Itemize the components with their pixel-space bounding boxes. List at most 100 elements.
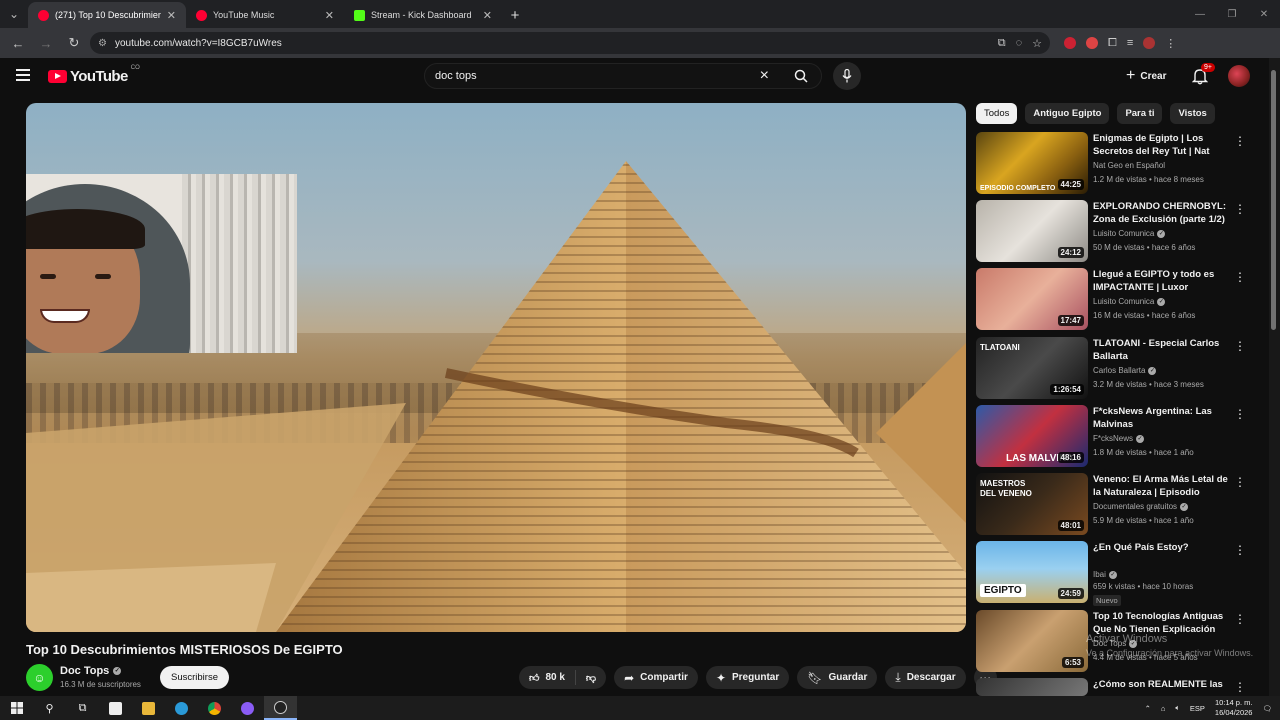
recommendation-channel[interactable]: Nat Geo en Español <box>1093 161 1165 170</box>
like-button[interactable]: 👍︎ 80 k <box>519 670 576 685</box>
search-icon[interactable]: ⚲ <box>33 696 66 720</box>
recommendation-title[interactable]: Veneno: El Arma Más Letal de la Naturale… <box>1093 473 1233 499</box>
more-options-icon[interactable]: ⋮ <box>1234 407 1246 421</box>
video-thumbnail[interactable]: 6:53 <box>976 610 1088 672</box>
channel-avatar[interactable]: ☺ <box>26 664 53 691</box>
ask-button[interactable]: ✦ Preguntar <box>705 666 790 689</box>
task-view-icon[interactable]: ⧉ <box>66 696 99 720</box>
recommendation-title[interactable]: Llegué a EGIPTO y todo es IMPACTANTE | L… <box>1093 268 1233 294</box>
chat-app-icon[interactable] <box>231 696 264 720</box>
create-button[interactable]: + Crear <box>1126 67 1166 85</box>
bookmark-star-icon[interactable]: ☆ <box>1032 37 1042 50</box>
close-tab-icon[interactable]: ✕ <box>483 9 492 22</box>
tray-chevron-icon[interactable]: ⌃ <box>1145 704 1151 713</box>
close-tab-icon[interactable]: ✕ <box>167 9 176 22</box>
reading-list-icon[interactable]: ≡ <box>1127 37 1133 49</box>
channel-name[interactable]: Doc Tops ✓ <box>60 665 122 677</box>
recommendation-item[interactable]: 17:47 Llegué a EGIPTO y todo es IMPACTANT… <box>976 268 1256 330</box>
video-thumbnail[interactable]: TLATOANI 1:26:54 <box>976 337 1088 399</box>
network-icon[interactable]: ⌂ <box>1161 704 1166 713</box>
recommendation-title[interactable]: Enigmas de Egipto | Los Secretos del Rey… <box>1093 132 1233 158</box>
video-player[interactable] <box>26 103 966 632</box>
minimize-window-icon[interactable]: — <box>1184 0 1216 28</box>
notification-center-icon[interactable]: 🗨︎ <box>1262 704 1272 713</box>
store-icon[interactable] <box>99 696 132 720</box>
menu-hamburger-icon[interactable] <box>16 69 30 81</box>
back-arrow-icon[interactable]: ← <box>6 31 30 55</box>
recommendation-item[interactable]: ¿Cómo son REALMENTE las ⋮ <box>976 678 1256 696</box>
more-options-icon[interactable]: ⋮ <box>1234 543 1246 557</box>
clock[interactable]: 10:14 p. m. 16/04/2026 <box>1215 698 1253 718</box>
recommendation-channel[interactable]: F*cksNews ✓ <box>1093 434 1145 443</box>
more-options-icon[interactable]: ⋮ <box>1234 680 1246 694</box>
recommendation-title[interactable]: F*cksNews Argentina: Las Malvinas <box>1093 405 1233 431</box>
voice-search-mic-icon[interactable] <box>833 62 861 90</box>
windows-start-icon[interactable] <box>0 696 33 720</box>
notifications-bell-icon[interactable]: 9+ <box>1191 63 1215 85</box>
video-thumbnail[interactable] <box>976 678 1088 696</box>
language-indicator[interactable]: ESP <box>1190 704 1205 713</box>
extensions-puzzle-icon[interactable]: ⧠ <box>1108 37 1117 50</box>
video-thumbnail[interactable]: EPISODIO COMPLETO 44:25 <box>976 132 1088 194</box>
recommendation-item[interactable]: TLATOANI 1:26:54 TLATOANI - Especial Carlo… <box>976 337 1256 399</box>
recommendation-channel[interactable]: Luisito Comunica ✓ <box>1093 229 1166 238</box>
recommendation-title[interactable]: EXPLORANDO CHERNOBYL: Zona de Exclusión … <box>1093 200 1233 226</box>
recommendation-title[interactable]: TLATOANI - Especial Carlos Ballarta <box>1093 337 1233 363</box>
recommendation-title[interactable]: ¿En Qué País Estoy? <box>1093 541 1233 554</box>
chip-todos[interactable]: Todos <box>976 103 1018 124</box>
tab-kick-dashboard[interactable]: Stream - Kick Dashboard ✕ <box>344 2 502 28</box>
hide-eye-icon[interactable]: ◌ <box>1016 37 1023 50</box>
account-avatar[interactable] <box>1228 65 1250 87</box>
more-options-icon[interactable]: ⋮ <box>1234 202 1246 216</box>
more-options-icon[interactable]: ⋮ <box>1234 475 1246 489</box>
recommendation-item[interactable]: LAS MALVINA 48:16 F*cksNews Argentina: Las… <box>976 405 1256 467</box>
extension-icon[interactable] <box>1064 37 1076 49</box>
address-bar[interactable]: ⚙ youtube.com/watch?v=I8GCB7uWres ⧉ ◌ ☆ <box>90 32 1050 54</box>
edge-browser-icon[interactable] <box>165 696 198 720</box>
more-options-icon[interactable]: ⋮ <box>1234 612 1246 626</box>
save-button[interactable]: 🔖︎ Guardar <box>797 666 878 689</box>
tab-youtube-music[interactable]: YouTube Music ✕ <box>186 2 344 28</box>
chip-antiguo-egipto[interactable]: Antiguo Egipto <box>1025 103 1110 124</box>
recommendation-item[interactable]: 24:12 EXPLORANDO CHERNOBYL: Zona de Exclu… <box>976 200 1256 262</box>
search-input[interactable]: doc tops × <box>424 63 822 89</box>
restore-window-icon[interactable]: ❐ <box>1216 0 1248 28</box>
more-options-icon[interactable]: ⋮ <box>1234 339 1246 353</box>
recommendation-channel[interactable]: Carlos Ballarta ✓ <box>1093 366 1157 375</box>
close-tab-icon[interactable]: ✕ <box>325 9 334 22</box>
browser-menu-icon[interactable]: ⋮ <box>1165 37 1176 50</box>
video-thumbnail[interactable]: LAS MALVINA 48:16 <box>976 405 1088 467</box>
recommendation-title[interactable]: ¿Cómo son REALMENTE las <box>1093 678 1233 691</box>
recommendation-item[interactable]: EGIPTO 24:59 ¿En Qué País Estoy? Ibai ✓ 659 k… <box>976 541 1256 606</box>
chip-para-ti[interactable]: Para ti <box>1117 103 1163 124</box>
forward-arrow-icon[interactable]: → <box>34 31 58 55</box>
chrome-browser-icon[interactable] <box>198 696 231 720</box>
profile-avatar-icon[interactable] <box>1143 37 1156 49</box>
scrollbar-thumb[interactable] <box>1271 70 1276 330</box>
extension-icon[interactable] <box>1086 37 1098 49</box>
recommendation-item[interactable]: MAESTROS DEL VENENO 48:01 Veneno: El Arma … <box>976 473 1256 535</box>
reload-icon[interactable]: ↻ <box>62 31 86 55</box>
close-window-icon[interactable]: ✕ <box>1248 0 1280 28</box>
recommendation-item[interactable]: EPISODIO COMPLETO 44:25 Enigmas de Egipto … <box>976 132 1256 194</box>
video-thumbnail[interactable]: 17:47 <box>976 268 1088 330</box>
recommendation-channel[interactable]: Documentales gratuitos ✓ <box>1093 502 1189 511</box>
tab-youtube-video[interactable]: (271) Top 10 Descubrimientos MISTERIOSOS… <box>28 2 186 28</box>
recommendation-channel[interactable]: Luisito Comunica ✓ <box>1093 297 1166 306</box>
dislike-button[interactable]: 👎︎ <box>576 672 606 684</box>
video-thumbnail[interactable]: MAESTROS DEL VENENO 48:01 <box>976 473 1088 535</box>
share-button[interactable]: ➦ Compartir <box>614 666 698 689</box>
youtube-logo[interactable]: YouTube CO <box>48 65 140 85</box>
chip-vistos[interactable]: Vistos <box>1170 103 1215 124</box>
new-tab-button[interactable]: + <box>502 2 528 28</box>
clear-search-icon[interactable]: × <box>760 67 769 85</box>
more-options-icon[interactable]: ⋮ <box>1234 270 1246 284</box>
obs-app-icon[interactable] <box>264 696 297 720</box>
video-thumbnail[interactable]: 24:12 <box>976 200 1088 262</box>
volume-icon[interactable]: 🔈︎ <box>1175 703 1180 713</box>
install-app-icon[interactable]: ⧉ <box>998 37 1006 50</box>
file-explorer-icon[interactable] <box>132 696 165 720</box>
subscribe-button[interactable]: Suscribirse <box>160 666 229 689</box>
tab-search-chevron-icon[interactable]: ⌄ <box>0 0 28 28</box>
more-options-icon[interactable]: ⋮ <box>1234 134 1246 148</box>
